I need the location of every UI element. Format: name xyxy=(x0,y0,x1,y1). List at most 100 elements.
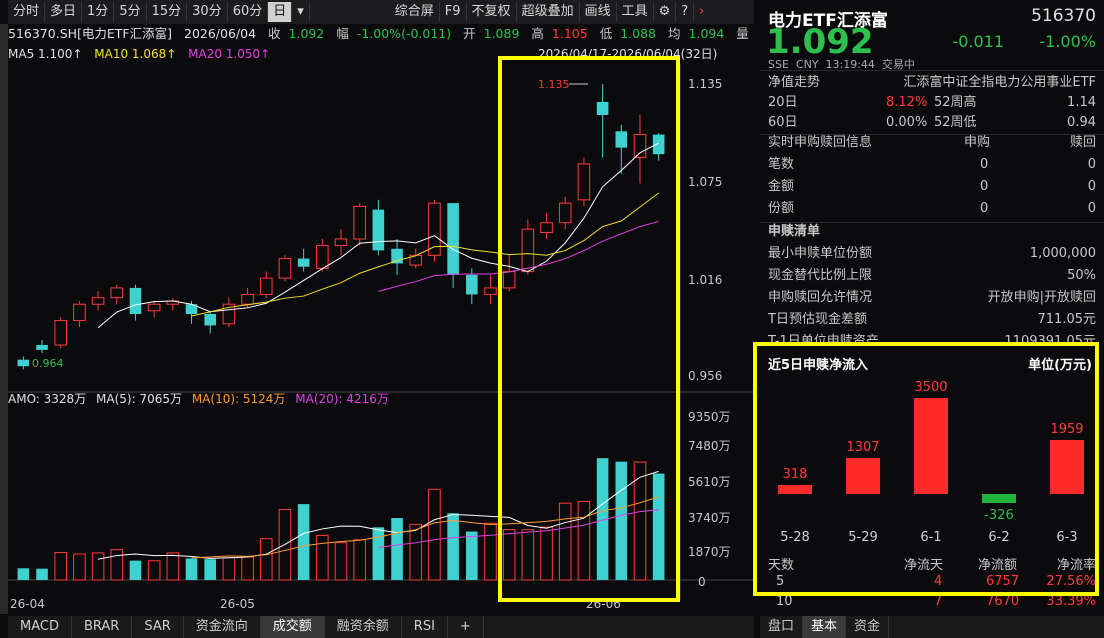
volume-bar xyxy=(110,549,124,581)
perf-row-60d: 60日 0.00% 52周低 0.94 xyxy=(768,112,1096,134)
realtime-title: 实时申购赎回信息 xyxy=(768,135,873,150)
nav-row[interactable]: 净值走势 汇添富中证全指电力公用事业ETF xyxy=(768,72,1096,94)
rt-label: 笔数 xyxy=(768,157,795,172)
tab-capital-flow[interactable]: 资金流向 xyxy=(184,616,261,638)
volume-bar xyxy=(428,488,441,581)
candle xyxy=(297,258,310,267)
low-label: 低 xyxy=(599,26,613,41)
vol-tick-5: 1870万 xyxy=(688,545,731,559)
right-tabs: 盘口 基本 资金 xyxy=(760,616,1104,638)
list-value: 711.05元 xyxy=(1037,312,1097,327)
tool-overlay[interactable]: 超级叠加 xyxy=(517,2,580,22)
volume-bar xyxy=(185,558,198,580)
tab-brar[interactable]: BRAR xyxy=(72,616,133,638)
vol-tick-4: 3740万 xyxy=(688,511,731,525)
list-label: 申购赎回允许情况 xyxy=(768,290,873,305)
perf-value-52w: 0.94 xyxy=(1067,115,1096,130)
candle xyxy=(316,244,329,269)
volume-bar xyxy=(241,556,254,581)
add-tab-button[interactable]: + xyxy=(448,616,484,638)
high-label: 高 xyxy=(531,26,544,41)
tab-rsi[interactable]: RSI xyxy=(402,616,448,638)
vol-tick-6: 0 xyxy=(698,575,706,589)
date-tick-2: 26-05 xyxy=(220,597,255,611)
avg-label: 均 xyxy=(668,26,681,41)
volume-bar xyxy=(316,534,329,581)
volume-bar xyxy=(484,522,497,581)
tab-capital[interactable]: 资金 xyxy=(846,616,890,638)
tab-macd[interactable]: MACD xyxy=(8,616,72,638)
low-marker: 0.964 xyxy=(32,357,64,370)
security-code: 516370.SH[电力ETF汇添富] xyxy=(8,26,173,41)
volume-bar xyxy=(353,539,366,581)
tab-turnover[interactable]: 成交额 xyxy=(260,616,325,638)
period-dropdown[interactable]: ▾ xyxy=(292,2,310,22)
realtime-row: 笔数 0 0 xyxy=(768,154,1096,176)
period-fenshi[interactable]: 分时 xyxy=(8,2,46,22)
volume-bar xyxy=(17,568,30,580)
candle xyxy=(372,209,385,251)
period-multiday[interactable]: 多日 xyxy=(45,2,83,22)
tab-basic[interactable]: 基本 xyxy=(803,616,847,638)
volume-bar xyxy=(36,568,48,580)
period-60min[interactable]: 60分 xyxy=(228,2,269,22)
volume-bar xyxy=(91,552,105,581)
chevron-right-icon[interactable]: › xyxy=(694,2,709,22)
perf-value: 0.00% xyxy=(886,115,928,130)
rt-sub-value: 0 xyxy=(980,201,989,216)
volume-bar xyxy=(73,553,86,581)
tab-margin[interactable]: 融资余额 xyxy=(325,616,402,638)
tab-orderbook[interactable]: 盘口 xyxy=(760,616,804,638)
amo-legend: AMO: 3328万 xyxy=(8,392,87,406)
tool-composite[interactable]: 综合屏 xyxy=(390,2,440,22)
change-label: 幅 xyxy=(336,26,349,41)
vol-tick-3: 5610万 xyxy=(688,475,731,489)
indicator-tabs: MACD BRAR SAR 资金流向 成交额 融资余额 RSI + xyxy=(8,616,754,638)
price-tick-4: 0.956 xyxy=(688,369,722,383)
price-change: -0.011 xyxy=(952,32,1004,51)
volume-bar xyxy=(372,527,385,580)
rt-red-value: 0 xyxy=(1087,179,1096,194)
flow-rate: 33.39% xyxy=(1046,594,1096,609)
period-day[interactable]: 日 xyxy=(268,2,293,22)
perf-label-52w: 52周低 xyxy=(934,115,977,130)
candle xyxy=(54,320,68,346)
change-value: -1.00%(-0.011) xyxy=(356,26,452,41)
tool-unadjusted[interactable]: 不复权 xyxy=(467,2,517,22)
candle xyxy=(447,203,459,275)
tool-draw[interactable]: 画线 xyxy=(580,2,617,22)
volume-bar xyxy=(391,518,403,580)
period-15min[interactable]: 15分 xyxy=(147,2,188,22)
price-tick-3: 1.016 xyxy=(688,273,722,287)
rt-label: 金额 xyxy=(768,179,795,194)
period-1min[interactable]: 1分 xyxy=(82,2,115,22)
period-5min[interactable]: 5分 xyxy=(114,2,147,22)
rt-label: 份额 xyxy=(768,201,795,216)
tool-f9[interactable]: F9 xyxy=(440,2,467,22)
tool-tools[interactable]: 工具 xyxy=(617,2,654,22)
vol-ma20-legend: MA(20): 4216万 xyxy=(295,392,389,406)
candle xyxy=(36,345,48,350)
date-tick-1: 26-04 xyxy=(10,597,45,611)
fund-code: 516370 xyxy=(1031,6,1096,26)
vol-tick-2: 7480万 xyxy=(688,439,731,453)
flow-netdays: 7 xyxy=(934,594,943,609)
ma-legend: MA5 1.100↑ MA10 1.068↑ MA20 1.050↑ xyxy=(8,44,278,64)
candle xyxy=(466,274,478,295)
period-30min[interactable]: 30分 xyxy=(187,2,228,22)
candle xyxy=(428,202,441,256)
help-icon[interactable]: ? xyxy=(676,2,695,22)
volume-bar xyxy=(334,542,348,581)
list-value: 开放申购|开放赎回 xyxy=(987,290,1096,305)
candle xyxy=(73,303,86,322)
ma10-legend: MA10 1.068↑ xyxy=(94,47,177,61)
vol-ma10-legend: MA(10): 5124万 xyxy=(191,392,286,406)
gear-icon[interactable]: ⚙ xyxy=(654,2,677,22)
candle xyxy=(129,287,142,315)
index-name: 汇添富中证全指电力公用事业ETF xyxy=(903,75,1096,90)
open-label: 开 xyxy=(463,26,476,41)
tab-sar[interactable]: SAR xyxy=(132,616,184,638)
left-side-strip xyxy=(0,24,8,614)
close-value: 1.092 xyxy=(288,26,325,41)
period-toolbar: 分时 多日 1分 5分 15分 30分 60分 日 ▾ 综合屏 F9 不复权 超… xyxy=(8,0,754,24)
